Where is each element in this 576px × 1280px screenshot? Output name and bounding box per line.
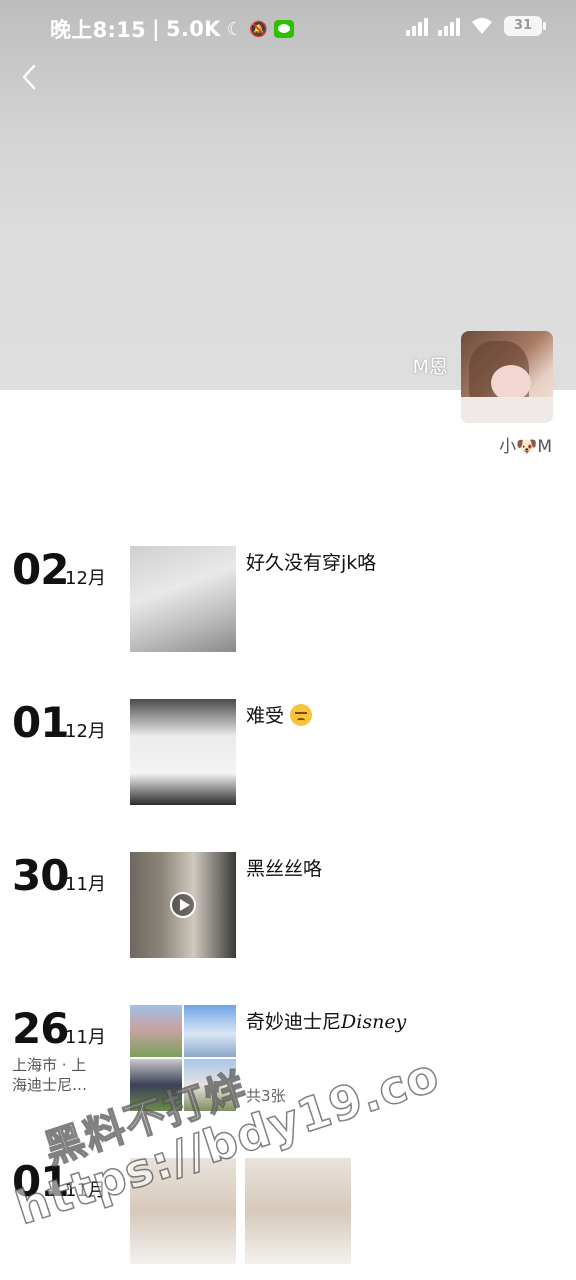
status-right: 31 [406,16,546,36]
post-item[interactable]: 01 12月 难受 [0,693,576,805]
mute-icon: 🔕 [249,20,269,38]
post-day: 30 [12,851,69,900]
avatar[interactable] [461,331,553,423]
post-day: 26 [12,1004,69,1053]
post-month: 12月 [65,568,106,589]
post-thumbnail[interactable] [130,699,236,805]
post-text-container: 难受 [246,701,313,728]
post-text: 黑丝丝咯 [246,858,323,880]
post-month: 12月 [65,721,106,742]
status-net-speed: 5.0K [166,17,221,41]
profile-signature: 小🐶M [499,437,552,457]
post-thumbnail[interactable] [130,546,236,652]
post-text: 好久没有穿jk咯 [246,552,377,574]
profile-name: M恩 [412,356,448,378]
post-day: 01 [12,698,69,747]
status-divider: | [152,17,161,41]
status-left: 晚上8:15 | 5.0K ☾ 🔕 [50,14,295,44]
wechat-icon [274,20,295,38]
moon-icon: ☾ [226,18,244,40]
post-month: 11月 [65,874,106,895]
signal-icon [438,16,460,36]
battery-icon: 31 [504,16,546,36]
post-text-disney: Disney [341,1011,407,1033]
persevering-face-emoji [290,704,313,726]
post-day: 02 [12,545,69,594]
post-item[interactable]: 30 11月 黑丝丝咯 [0,846,576,958]
post-item[interactable]: 02 12月 好久没有穿jk咯 [0,540,576,652]
post-video-thumbnail[interactable] [130,852,236,958]
play-icon[interactable] [170,892,196,918]
post-location-line: 上海市 · 上 [12,1056,87,1074]
signal-icon [406,16,428,36]
wifi-icon [472,18,492,34]
post-month: 11月 [65,1027,106,1048]
status-time: 晚上8:15 [50,18,147,42]
battery-level: 31 [513,18,533,33]
grid-photo[interactable] [130,1005,182,1057]
post-text: 难受 [246,705,285,727]
status-bar: 晚上8:15 | 5.0K ☾ 🔕 31 [0,0,576,56]
back-arrow-icon[interactable] [14,60,48,94]
